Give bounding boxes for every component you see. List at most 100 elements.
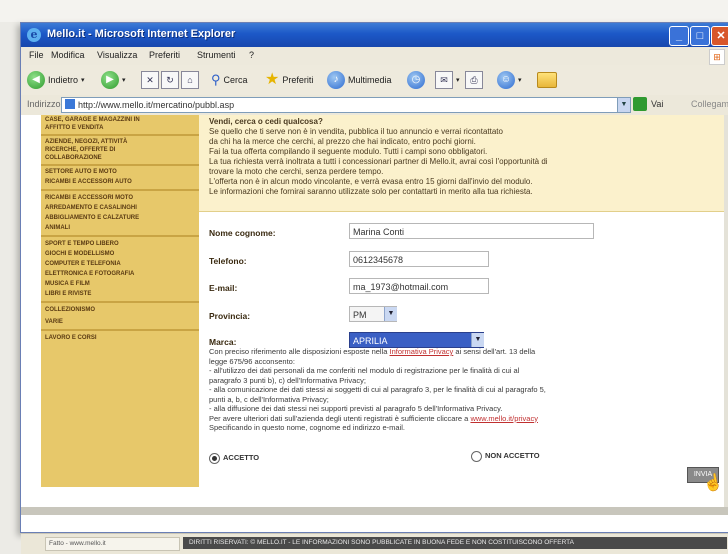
notice-line: L'offerta non è in alcun modo vincolante…: [209, 177, 533, 186]
privacy-final-line: Specificando in questo nome, cognome ed …: [209, 423, 405, 432]
brand-value: APRILIA: [353, 336, 388, 346]
home-icon: ⌂: [181, 71, 199, 89]
status-text: Fatto - www.mello.it: [45, 537, 180, 551]
privacy-line: punti a, b, c dell'Informativa Privacy;: [209, 394, 329, 404]
privacy-line: paragrafo 3 punti b), c) dell'Informativ…: [209, 375, 366, 385]
brand-label: Marca:: [209, 337, 237, 347]
toolbar: ◀ Indietro ▾ ▶ ▾ ✕ ↻ ⌂ ⚲ Cerca ★ Preferi…: [21, 65, 728, 96]
multimedia-button[interactable]: ♪ Multimedia: [327, 70, 392, 90]
phone-label: Telefono:: [209, 256, 247, 266]
back-label: Indietro: [48, 75, 79, 85]
name-field[interactable]: Marina Conti: [349, 223, 594, 239]
menu-tools[interactable]: Strumenti: [197, 50, 236, 60]
page-icon: [65, 99, 75, 109]
privacy-intro: Con preciso riferimento alle disposizion…: [209, 347, 388, 356]
menu-file[interactable]: File: [29, 50, 44, 60]
links-button[interactable]: Collegamenti: [691, 99, 728, 109]
sidebar-item[interactable]: Libri e Riviste: [45, 291, 91, 298]
privacy-line: Per avere ulteriori dati sull'azienda de…: [209, 413, 469, 423]
print-button[interactable]: ⎙: [465, 70, 483, 90]
menu-view[interactable]: Visualizza: [97, 50, 137, 60]
sidebar-item[interactable]: Ricerche, Offerte di: [45, 147, 115, 154]
sidebar-item[interactable]: Case, Garage e Magazzini in: [45, 117, 140, 124]
info-notice: Vendi, cerca o cedi qualcosa? Se quello …: [199, 115, 724, 212]
footer-copyright: DIRITTI RISERVATI: © MELLO.IT - LE INFOR…: [183, 537, 727, 549]
privacy-url-link[interactable]: www.mello.it/privacy: [470, 414, 538, 423]
reject-radio[interactable]: [471, 451, 482, 462]
phone-field[interactable]: 0612345678: [349, 251, 489, 267]
address-dropdown[interactable]: ▼: [617, 97, 631, 113]
sidebar-item[interactable]: Lavoro e Corsi: [45, 335, 97, 342]
dropdown-arrow-icon: ▾: [81, 77, 85, 84]
history-button[interactable]: ◷: [407, 70, 425, 90]
mail-button[interactable]: ✉ ▾: [435, 70, 460, 90]
privacy-intro-end: ai sensi dell'art. 13 della: [455, 347, 536, 356]
province-value: PM: [353, 310, 367, 320]
folder-button[interactable]: [537, 70, 557, 90]
dropdown-arrow-icon: ▾: [456, 77, 460, 84]
back-button[interactable]: ◀ Indietro ▾: [27, 70, 85, 90]
window-title: Mello.it - Microsoft Internet Explorer: [47, 28, 236, 40]
windows-logo-icon: ⊞: [709, 49, 725, 65]
privacy-consent-text: Con preciso riferimento alle disposizion…: [209, 347, 679, 433]
privacy-policy-link[interactable]: Informativa Privacy: [390, 347, 454, 356]
search-button[interactable]: ⚲ Cerca: [211, 70, 248, 90]
hand-cursor-icon: ☝: [701, 473, 725, 494]
notice-heading: Vendi, cerca o cedi qualcosa?: [209, 117, 323, 126]
discuss-button[interactable]: ☺ ▾: [497, 70, 522, 90]
stop-button[interactable]: ✕: [141, 70, 159, 90]
sidebar-item[interactable]: Varie: [45, 319, 63, 326]
forward-arrow-icon: ▶: [101, 71, 119, 89]
sidebar-item[interactable]: Sport e Tempo Libero: [45, 241, 119, 248]
sidebar-item[interactable]: Arredamento e Casalinghi: [45, 205, 137, 212]
sidebar-divider: [41, 301, 199, 303]
sidebar-item[interactable]: Collaborazione: [45, 155, 102, 162]
go-arrow-icon[interactable]: [633, 97, 647, 111]
reject-label: NON ACCETTO: [485, 451, 540, 460]
sidebar-item[interactable]: Animali: [45, 225, 70, 232]
province-select[interactable]: PM ▼: [349, 306, 397, 322]
favorites-label: Preferiti: [282, 75, 314, 85]
notice-line: Se quello che ti serve non è in vendita,…: [209, 127, 503, 136]
address-input[interactable]: http://www.mello.it/mercatino/pubbl.asp: [61, 97, 619, 113]
accept-label: ACCETTO: [223, 453, 260, 462]
sidebar-item[interactable]: Collezionismo: [45, 307, 95, 314]
vertical-scrollbar[interactable]: [724, 115, 728, 515]
email-field[interactable]: ma_1973@hotmail.com: [349, 278, 489, 294]
maximize-button[interactable]: □: [690, 26, 710, 46]
menu-favorites[interactable]: Preferiti: [149, 50, 180, 60]
brand-select[interactable]: APRILIA ▼: [349, 332, 484, 348]
refresh-button[interactable]: ↻: [161, 70, 179, 90]
close-button[interactable]: ✕: [711, 26, 728, 46]
home-button[interactable]: ⌂: [181, 70, 199, 90]
accept-radio[interactable]: [209, 453, 220, 464]
back-arrow-icon: ◀: [27, 71, 45, 89]
chevron-down-icon: ▼: [384, 307, 397, 321]
sidebar-item[interactable]: Elettronica e Fotografia: [45, 271, 134, 278]
mail-icon: ✉: [435, 71, 453, 89]
notice-line: Fai la tua offerta compilando il seguent…: [209, 147, 488, 156]
go-button[interactable]: Vai: [651, 99, 663, 109]
sidebar-item[interactable]: Computer e Telefonia: [45, 261, 121, 268]
favorites-button[interactable]: ★ Preferiti: [265, 70, 313, 90]
sidebar-item[interactable]: Ricambi e Accessori Moto: [45, 195, 133, 202]
forward-button[interactable]: ▶ ▾: [101, 70, 126, 90]
sidebar-divider: [41, 329, 199, 331]
menu-edit[interactable]: Modifica: [51, 50, 85, 60]
chevron-down-icon: ▼: [471, 333, 484, 347]
address-bar: Indirizzo http://www.mello.it/mercatino/…: [21, 95, 728, 116]
sidebar-item[interactable]: Ricambi e Accessori Auto: [45, 179, 132, 186]
sidebar-item[interactable]: Giochi e Modellismo: [45, 251, 114, 258]
search-label: Cerca: [223, 75, 248, 85]
sidebar-item[interactable]: Settore Auto e Moto: [45, 169, 117, 176]
sidebar-item[interactable]: Aziende, Negozi, Attività: [45, 139, 127, 146]
main-panel: Vendi, cerca o cedi qualcosa? Se quello …: [199, 115, 724, 505]
history-icon: ◷: [407, 71, 425, 89]
stop-icon: ✕: [141, 71, 159, 89]
sidebar-item[interactable]: Abbigliamento e Calzature: [45, 215, 139, 222]
minimize-button[interactable]: _: [669, 26, 689, 46]
menu-help[interactable]: ?: [249, 50, 254, 60]
sidebar-item[interactable]: Affitto e Vendita: [45, 125, 103, 132]
sidebar-item[interactable]: Musica e Film: [45, 281, 90, 288]
sidebar-divider: [41, 235, 199, 237]
